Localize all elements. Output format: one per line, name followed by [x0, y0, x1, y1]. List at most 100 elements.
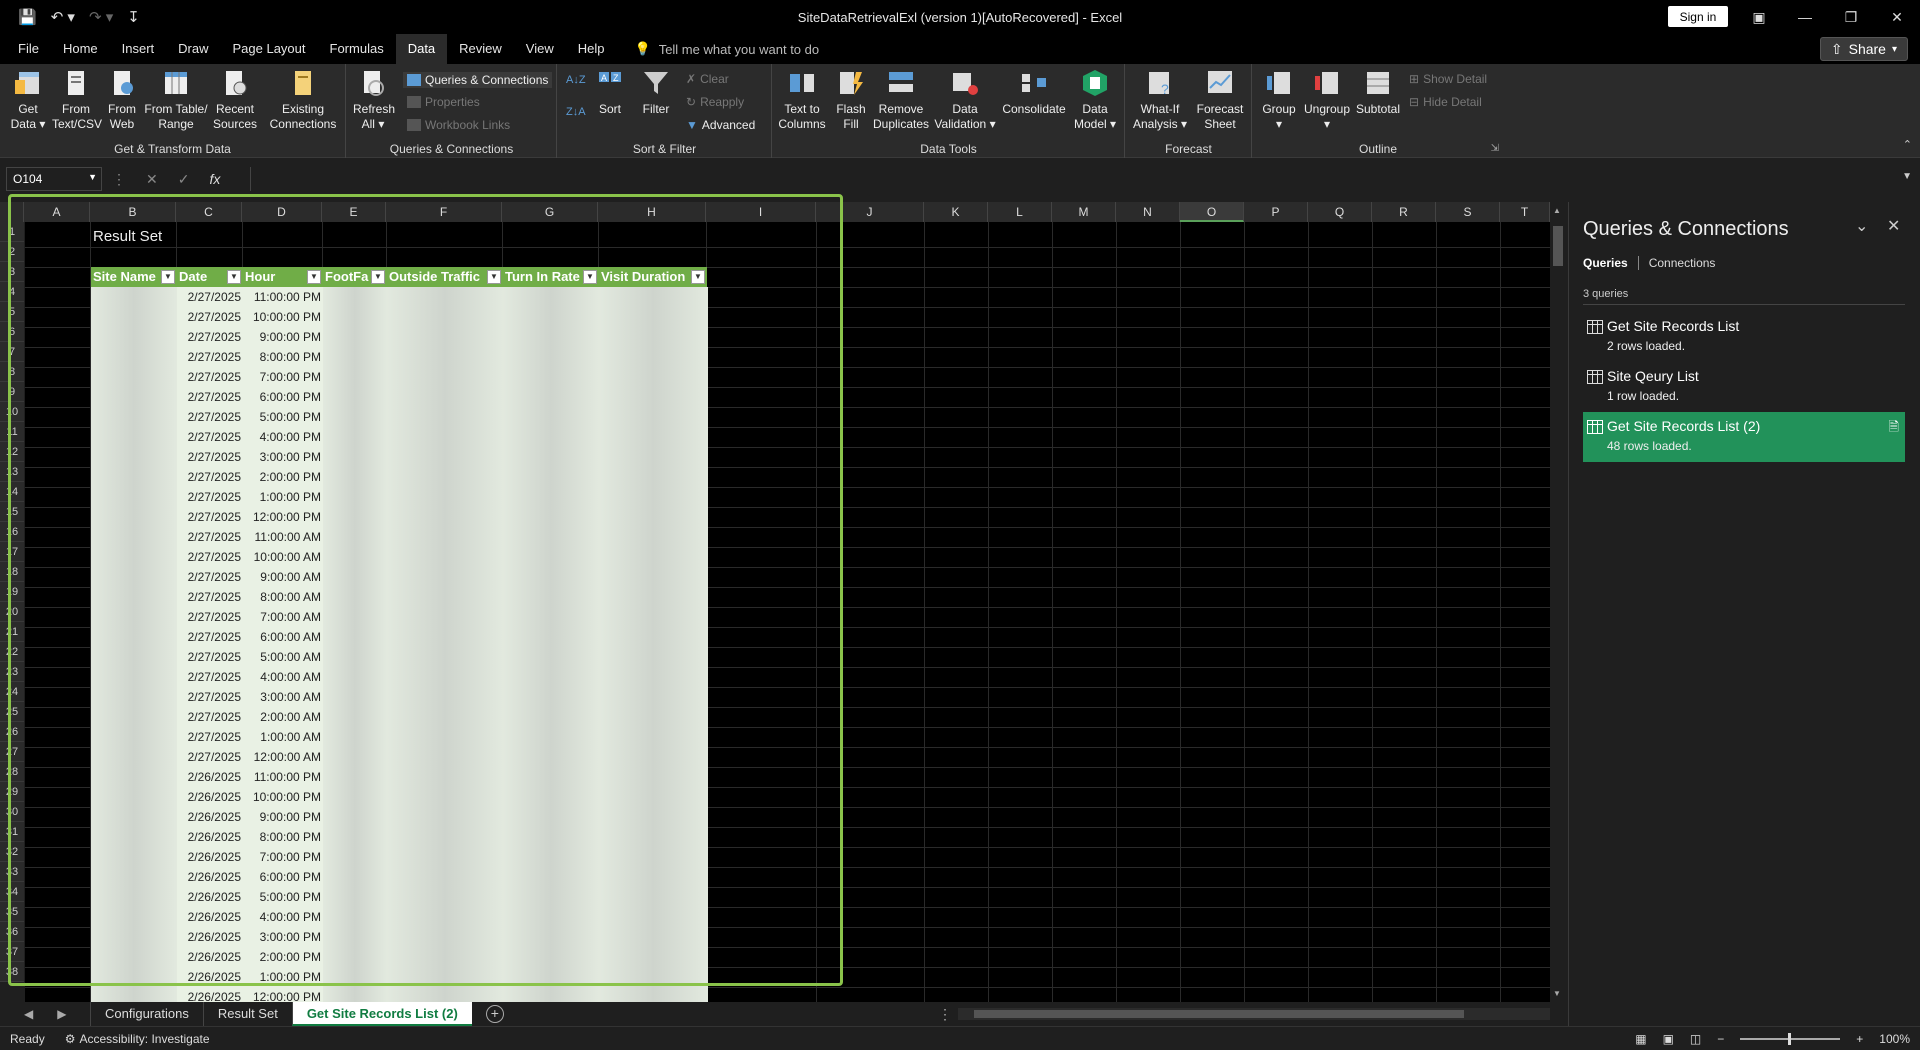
cell-date[interactable]: 2/27/2025 [177, 410, 241, 424]
cell-date[interactable]: 2/27/2025 [177, 470, 241, 484]
redo-icon[interactable]: ↷ ▾ [89, 8, 113, 26]
row-header[interactable]: 21 [0, 622, 24, 642]
cell-hour[interactable]: 2:00:00 AM [241, 710, 321, 724]
cell-hour[interactable]: 10:00:00 AM [241, 550, 321, 564]
prev-sheet-icon[interactable]: ◀ [24, 1007, 33, 1021]
cell-hour[interactable]: 5:00:00 AM [241, 650, 321, 664]
column-header[interactable]: B [90, 202, 176, 222]
row-header[interactable]: 24 [0, 682, 24, 702]
row-header[interactable]: 10 [0, 402, 24, 422]
tab-draw[interactable]: Draw [166, 34, 220, 64]
normal-view-icon[interactable]: ▦ [1635, 1032, 1646, 1046]
cell-hour[interactable]: 10:00:00 PM [241, 310, 321, 324]
queries-connections-button[interactable]: Queries & Connections [403, 72, 553, 88]
edit-query-icon[interactable]: 🗎 [1889, 418, 1899, 440]
tab-review[interactable]: Review [447, 34, 514, 64]
zoom-thumb[interactable] [1788, 1033, 1792, 1045]
row-header[interactable]: 6 [0, 322, 24, 342]
filter-dropdown-icon[interactable]: ▼ [691, 270, 705, 284]
consolidate-button[interactable]: Consolidate [1001, 68, 1067, 117]
filter-dropdown-icon[interactable]: ▼ [227, 270, 241, 284]
tab-data[interactable]: Data [395, 34, 448, 64]
cell-date[interactable]: 2/27/2025 [177, 430, 241, 444]
tab-formulas[interactable]: Formulas [318, 34, 396, 64]
select-all-corner[interactable] [0, 202, 24, 222]
column-header[interactable]: M [1052, 202, 1116, 222]
cell-date[interactable]: 2/27/2025 [177, 450, 241, 464]
close-icon[interactable]: ✕ [1874, 0, 1920, 34]
row-header[interactable]: 30 [0, 802, 24, 822]
row-header[interactable]: 22 [0, 642, 24, 662]
row-header[interactable]: 28 [0, 762, 24, 782]
cell-hour[interactable]: 11:00:00 PM [241, 770, 321, 784]
row-header[interactable]: 14 [0, 482, 24, 502]
recent-sources-button[interactable]: Recent Sources [210, 68, 260, 132]
query-item[interactable]: Site Qeury List 1 row loaded. [1583, 362, 1905, 412]
workbook-links-button[interactable]: Workbook Links [407, 118, 510, 132]
row-header[interactable]: 12 [0, 442, 24, 462]
tell-me-search[interactable]: 💡 Tell me what you want to do [635, 41, 820, 57]
cell-date[interactable]: 2/26/2025 [177, 990, 241, 1002]
row-header[interactable]: 9 [0, 382, 24, 402]
tab-file[interactable]: File [0, 34, 51, 64]
cell-hour[interactable]: 9:00:00 PM [241, 810, 321, 824]
row-header[interactable]: 7 [0, 342, 24, 362]
table-header-date[interactable]: Date ▼ [177, 267, 243, 287]
cell-date[interactable]: 2/27/2025 [177, 690, 241, 704]
existing-connections-button[interactable]: Existing Connections [266, 68, 340, 132]
properties-button[interactable]: Properties [407, 95, 480, 109]
row-header[interactable]: 3 [0, 262, 24, 282]
next-sheet-icon[interactable]: ▶ [57, 1007, 66, 1021]
cell-hour[interactable]: 4:00:00 PM [241, 910, 321, 924]
add-sheet-icon[interactable]: + [485, 1005, 504, 1023]
cell-date[interactable]: 2/27/2025 [177, 330, 241, 344]
zoom-slider[interactable] [1740, 1033, 1841, 1045]
sort-button[interactable]: AZ Sort [590, 68, 630, 117]
column-header[interactable]: S [1436, 202, 1500, 222]
dialog-launcher-icon[interactable]: ⇲ [1491, 143, 1499, 154]
cell-date[interactable]: 2/27/2025 [177, 630, 241, 644]
row-header[interactable]: 18 [0, 562, 24, 582]
column-header[interactable]: N [1116, 202, 1180, 222]
cell-date[interactable]: 2/26/2025 [177, 790, 241, 804]
cell-hour[interactable]: 4:00:00 AM [241, 670, 321, 684]
row-header[interactable]: 26 [0, 722, 24, 742]
cell-date[interactable]: 2/27/2025 [177, 650, 241, 664]
pane-options-icon[interactable]: ⌄ [1855, 216, 1868, 236]
cell-date[interactable]: 2/26/2025 [177, 870, 241, 884]
tab-insert[interactable]: Insert [110, 34, 167, 64]
clear-filter-button[interactable]: ✗ Clear [686, 72, 729, 86]
row-header[interactable]: 33 [0, 862, 24, 882]
what-if-analysis-button[interactable]: ? What-If Analysis ▾ [1132, 68, 1188, 132]
scroll-down-icon[interactable]: ▼ [1553, 989, 1561, 998]
cell-hour[interactable]: 7:00:00 PM [241, 370, 321, 384]
from-text-csv-button[interactable]: From Text/CSV [52, 68, 102, 132]
cell-hour[interactable]: 1:00:00 PM [241, 970, 321, 984]
row-header[interactable]: 25 [0, 702, 24, 722]
table-header-hour[interactable]: Hour ▼ [243, 267, 323, 287]
tab-connections[interactable]: Connections [1649, 256, 1716, 270]
column-header[interactable]: G [502, 202, 598, 222]
row-header[interactable]: 5 [0, 302, 24, 322]
row-header[interactable]: 23 [0, 662, 24, 682]
column-header[interactable]: C [176, 202, 242, 222]
sort-a-z-icon[interactable]: A↓Z [566, 74, 586, 86]
data-validation-button[interactable]: Data Validation ▾ [933, 68, 997, 132]
enter-icon[interactable]: ✓ [178, 171, 190, 188]
undo-icon[interactable]: ↶ ▾ [51, 8, 75, 26]
cell-date[interactable]: 2/27/2025 [177, 290, 241, 304]
table-header-footfall[interactable]: FootFa ▼ [323, 267, 387, 287]
column-header[interactable]: J [816, 202, 924, 222]
cell-hour[interactable]: 8:00:00 PM [241, 350, 321, 364]
cell-date[interactable]: 2/27/2025 [177, 610, 241, 624]
column-header[interactable]: E [322, 202, 386, 222]
column-header[interactable]: R [1372, 202, 1436, 222]
cell-hour[interactable]: 2:00:00 PM [241, 950, 321, 964]
column-header-selected[interactable]: O [1180, 202, 1244, 222]
tab-page-layout[interactable]: Page Layout [221, 34, 318, 64]
collapse-ribbon-icon[interactable]: ⌃ [1903, 138, 1912, 151]
cell-hour[interactable]: 9:00:00 AM [241, 570, 321, 584]
row-header[interactable]: 38 [0, 962, 24, 982]
row-header[interactable]: 1 [0, 222, 24, 242]
cell-hour[interactable]: 4:00:00 PM [241, 430, 321, 444]
